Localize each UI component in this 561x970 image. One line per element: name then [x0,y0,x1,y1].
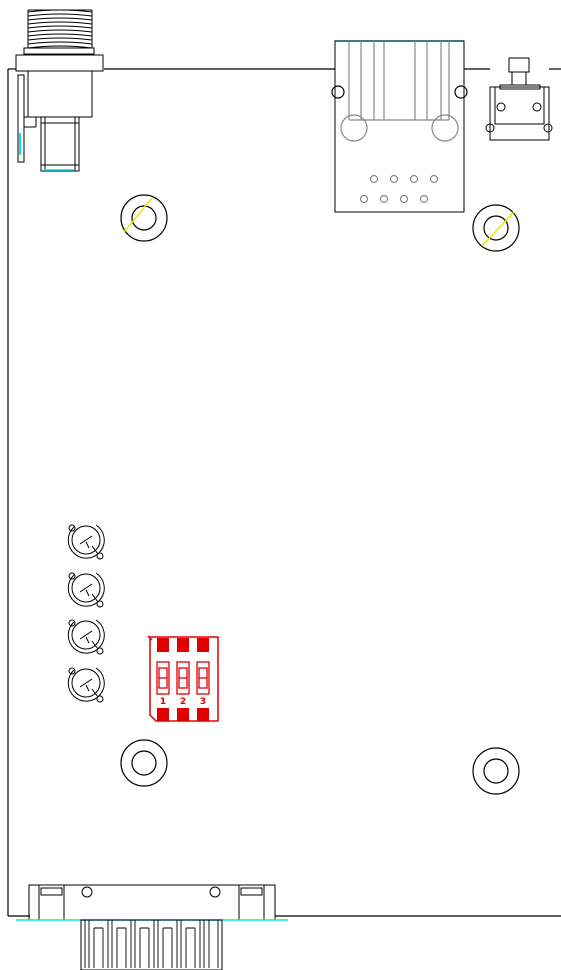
led-4 [67,667,105,703]
mounting-hole-top-left [120,194,168,242]
dip-label-1: 1 [160,697,166,707]
dip-pad-bottom-2 [177,708,189,721]
mounting-hole-bottom-right [472,747,520,795]
dip-pad-top-1 [157,638,169,652]
mounting-hole-bottom-left [120,739,168,787]
connector-threads [27,9,93,49]
dip-pad-top-3 [197,638,209,652]
ethernet-jack [331,40,468,213]
push-button [485,57,553,141]
dip-switch: 1 2 3 [147,635,219,722]
antenna-connector [15,9,104,172]
dip-pad-bottom-3 [197,708,209,721]
pcb-diagram: 1 2 3 [7,9,561,970]
dip-pad-top-2 [177,638,189,652]
led-1 [67,524,105,560]
bottom-connector [16,884,288,970]
led-3 [67,619,105,655]
led-2 [67,572,105,608]
dip-pad-bottom-1 [157,708,169,721]
board-outline [7,68,561,917]
dip-label-2: 2 [180,697,186,707]
dip-label-3: 3 [200,697,206,707]
mounting-hole-top-right [472,204,520,252]
